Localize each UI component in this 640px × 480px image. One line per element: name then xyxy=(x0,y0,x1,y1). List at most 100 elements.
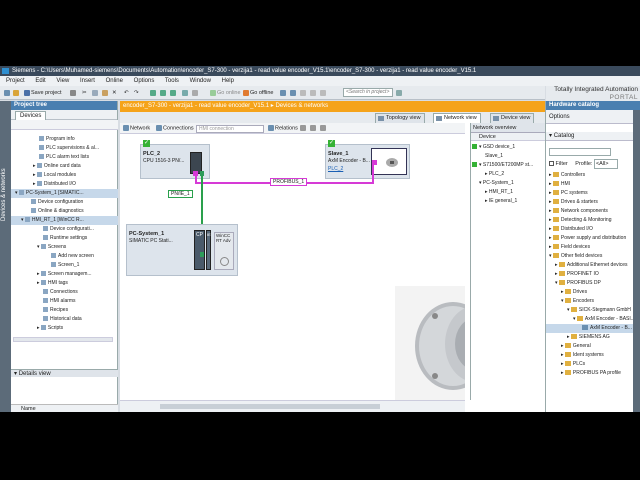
details-view-header[interactable]: ▾ Details view xyxy=(11,369,118,377)
pnie-label[interactable]: PN/IE_1 xyxy=(168,190,193,198)
tree-item[interactable]: Device configuration xyxy=(11,198,118,207)
profibus-label[interactable]: PROFIBUS_1 xyxy=(270,178,308,186)
connection-type-select[interactable]: HMI connection xyxy=(196,125,264,133)
tree-item[interactable]: Recipes xyxy=(11,306,118,315)
tab-devices[interactable]: Devices xyxy=(15,111,47,120)
canvas-horizontal-scrollbar[interactable] xyxy=(120,400,465,412)
catalog-item[interactable]: ▸ PROFINET IO xyxy=(546,270,640,279)
menu-insert[interactable]: Insert xyxy=(80,78,95,84)
print-icon[interactable] xyxy=(70,89,77,97)
accessible-devices-icon[interactable] xyxy=(280,89,287,97)
catalog-item-selected[interactable]: AxM Encoder - B... xyxy=(546,324,640,333)
tree-item[interactable]: Historical data xyxy=(11,315,118,324)
undo-icon[interactable]: ↶ xyxy=(124,89,129,97)
tree-item[interactable]: Device configurati... xyxy=(11,225,118,234)
go-online-button[interactable]: Go online xyxy=(210,89,241,97)
overview-row[interactable]: ▸ IE general_1 xyxy=(471,197,546,206)
catalog-item[interactable]: ▾ SICK-Stegmann GmbH xyxy=(546,306,640,315)
compile-icon[interactable] xyxy=(150,89,157,97)
tab-topology-view[interactable]: Topology view xyxy=(375,113,425,123)
catalog-item[interactable]: ▸ Power supply and distribution xyxy=(546,234,640,243)
menu-tools[interactable]: Tools xyxy=(165,78,179,84)
simulate-icon[interactable] xyxy=(182,89,189,97)
tree-item[interactable]: ▸ Local modules xyxy=(11,171,118,180)
overview-row[interactable]: ▾ S71500/ET200MP st... xyxy=(471,161,546,170)
catalog-item[interactable]: ▸ Ident systems xyxy=(546,351,640,360)
catalog-item[interactable]: ▸ PC systems xyxy=(546,189,640,198)
maximize-icon[interactable] xyxy=(320,89,327,97)
tree-item[interactable]: PLC alarm text lists xyxy=(11,153,118,162)
new-icon[interactable] xyxy=(4,89,11,97)
tree-item[interactable]: Screen_1 xyxy=(11,261,118,270)
tree-item-hmi-rt[interactable]: ▾ HMI_RT_1 [WinCC R... xyxy=(11,216,118,225)
catalog-item[interactable]: ▾ AxM Encoder - BASI... xyxy=(546,315,640,324)
tab-device-view[interactable]: Device view xyxy=(490,113,535,123)
network-mode-button[interactable]: Network xyxy=(123,125,150,133)
menu-online[interactable]: Online xyxy=(106,78,123,84)
catalog-item[interactable]: ▸ Drives & starters xyxy=(546,198,640,207)
catalog-item[interactable]: ▸ Field devices xyxy=(546,243,640,252)
tree-item[interactable]: PLC supervisions & al... xyxy=(11,144,118,153)
split-vertical-icon[interactable] xyxy=(310,89,317,97)
overview-row[interactable]: Slave_1 xyxy=(471,152,546,161)
catalog-item[interactable]: ▸ Additional Ethernet devices xyxy=(546,261,640,270)
overview-row[interactable]: ▸ HMI_RT_1 xyxy=(471,188,546,197)
catalog-item[interactable]: ▾ Other field devices xyxy=(546,252,640,261)
catalog-item[interactable]: ▾ Encoders xyxy=(546,297,640,306)
catalog-options[interactable]: Options xyxy=(546,110,640,124)
print-layout-icon[interactable] xyxy=(320,125,327,133)
catalog-item[interactable]: ▸ Controllers xyxy=(546,171,640,180)
redo-icon[interactable]: ↷ xyxy=(134,89,139,97)
menu-project[interactable]: Project xyxy=(6,78,25,84)
tree-item[interactable]: HMI alarms xyxy=(11,297,118,306)
catalog-item[interactable]: ▸ Distributed I/O xyxy=(546,225,640,234)
tab-network-view[interactable]: Network view xyxy=(433,113,481,123)
tree-item-pc-system[interactable]: ▾ PC-System_1 [SIMATIC... xyxy=(11,189,118,198)
network-canvas[interactable]: PLC_2 CPU 1516-3 PN/... ✓ Slave_1 AxM En… xyxy=(120,134,465,400)
overview-row[interactable]: ▾ GSD device_1 xyxy=(471,143,546,152)
menu-edit[interactable]: Edit xyxy=(35,78,45,84)
go-offline-button[interactable]: Go offline xyxy=(243,89,273,97)
catalog-item[interactable]: ▸ Network components xyxy=(546,207,640,216)
tree-item[interactable]: ▸ Distributed I/O xyxy=(11,180,118,189)
slave1-master-link[interactable]: PLC_2 xyxy=(328,166,343,172)
overview-row[interactable]: ▸ PLC_2 xyxy=(471,170,546,179)
cut-icon[interactable]: ✂ xyxy=(82,89,87,97)
filter-checkbox[interactable] xyxy=(549,161,554,167)
project-search-input[interactable]: <Search in project> xyxy=(343,88,393,97)
pc-profinet-port[interactable] xyxy=(200,252,204,257)
task-cards-strip[interactable] xyxy=(633,110,640,412)
tree-item[interactable]: Add new screen xyxy=(11,252,118,261)
cross-reference-icon[interactable] xyxy=(290,89,297,97)
relations-button[interactable]: Relations xyxy=(268,125,298,133)
devices-networks-vertical-tab[interactable]: Devices & networks xyxy=(1,168,7,221)
catalog-item[interactable]: ▾ PROFIBUS DP xyxy=(546,279,640,288)
tree-item-screens[interactable]: ▾ Screens xyxy=(11,243,118,252)
menu-window[interactable]: Window xyxy=(190,78,211,84)
catalog-item[interactable]: ▸ PROFIBUS PA profile xyxy=(546,369,640,378)
catalog-section[interactable]: ▾ Catalog xyxy=(546,132,640,141)
stop-icon[interactable] xyxy=(192,89,199,97)
catalog-item[interactable]: ▸ Drives xyxy=(546,288,640,297)
catalog-item[interactable]: ▸ Detecting & Monitoring xyxy=(546,216,640,225)
copy-icon[interactable] xyxy=(92,89,99,97)
tree-item[interactable]: ▸ Online card data xyxy=(11,162,118,171)
profile-select[interactable]: <All> xyxy=(593,159,618,169)
tree-item[interactable]: ▸ HMI tags xyxy=(11,279,118,288)
open-icon[interactable] xyxy=(13,89,20,97)
split-horizontal-icon[interactable] xyxy=(300,89,307,97)
catalog-item[interactable]: ▸ HMI xyxy=(546,180,640,189)
catalog-item[interactable]: ▸ PLCs xyxy=(546,360,640,369)
tree-item[interactable]: ▸ Screen managem... xyxy=(11,270,118,279)
tree-item[interactable]: Online & diagnostics xyxy=(11,207,118,216)
pnie-line[interactable] xyxy=(201,176,203,228)
upload-icon[interactable] xyxy=(170,89,177,97)
menu-help[interactable]: Help xyxy=(222,78,234,84)
search-go-icon[interactable] xyxy=(396,89,403,97)
tree-item[interactable]: Runtime settings xyxy=(11,234,118,243)
tree-item[interactable]: Program info xyxy=(11,135,118,144)
menu-view[interactable]: View xyxy=(56,78,69,84)
overview-row[interactable]: ▾ PC-System_1 xyxy=(471,179,546,188)
delete-icon[interactable]: ✕ xyxy=(112,89,117,97)
menu-options[interactable]: Options xyxy=(134,78,155,84)
